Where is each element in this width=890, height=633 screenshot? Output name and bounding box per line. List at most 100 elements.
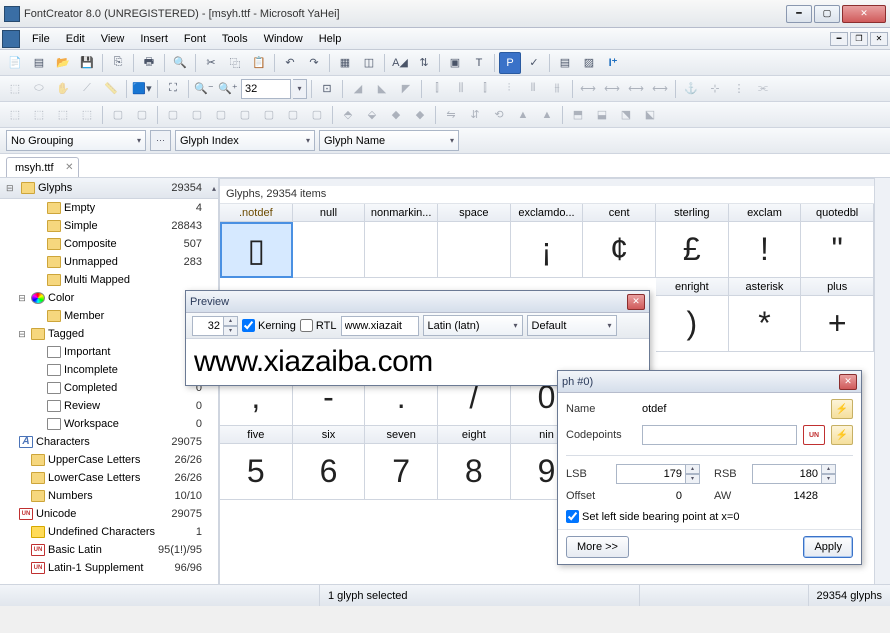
mdi-minimize[interactable]: ━ <box>830 32 848 46</box>
spinner-up-icon[interactable]: ▴ <box>224 316 238 326</box>
glyph-cell[interactable]: 7 <box>365 444 438 500</box>
glyph-cell[interactable]: ¡ <box>511 222 584 278</box>
copy2-icon[interactable]: ⿻ <box>224 52 246 74</box>
tree-row[interactable]: Review0 <box>0 397 218 415</box>
glyph-cell[interactable] <box>438 222 511 278</box>
rsb-up[interactable]: ▴ <box>822 464 836 474</box>
apply-button[interactable]: Apply <box>803 536 853 558</box>
lsb-down[interactable]: ▾ <box>686 474 700 484</box>
glyph-cell[interactable]: * <box>729 296 802 352</box>
glyph-cell[interactable]: ! <box>729 222 802 278</box>
props-icon[interactable]: ▤ <box>554 52 576 74</box>
glyph-name-cell[interactable]: exclamdo... <box>511 204 584 222</box>
glyph-name-cell[interactable]: exclam <box>729 204 802 222</box>
glyph-name-cell[interactable]: eight <box>438 426 511 444</box>
autoname-icon[interactable]: A◢ <box>389 52 411 74</box>
add-contour-icon[interactable]: ◫ <box>358 52 380 74</box>
tree-row[interactable]: Composite507 <box>0 235 218 253</box>
props-titlebar[interactable]: ph #0) ✕ <box>558 371 861 393</box>
zoom-out-icon[interactable]: 🔍⁻ <box>193 78 215 100</box>
rtl-checkbox[interactable]: RTL <box>300 319 337 332</box>
zoom-in-icon[interactable]: 🔍⁺ <box>217 78 239 100</box>
tree-row[interactable]: Numbers10/10 <box>0 487 218 505</box>
project-icon[interactable]: ▤ <box>28 52 50 74</box>
props-close-button[interactable]: ✕ <box>839 374 857 390</box>
glyph-cell[interactable]: ▯ <box>220 222 293 278</box>
codepoints-edit-button[interactable]: ⚡ <box>831 425 853 445</box>
minimize-button[interactable]: ━ <box>786 5 812 23</box>
glyph-cell[interactable]: ¢ <box>583 222 656 278</box>
tree-row[interactable]: Empty4 <box>0 199 218 217</box>
glyph-name-cell[interactable]: sterling <box>656 204 729 222</box>
save-icon[interactable]: 💾 <box>76 52 98 74</box>
tree-row[interactable]: UNUnicode29075 <box>0 505 218 523</box>
glyph-cell[interactable]: £ <box>656 222 729 278</box>
close-button[interactable]: ✕ <box>842 5 886 23</box>
tree-row[interactable]: ACharacters29075 <box>0 433 218 451</box>
tree-body[interactable]: Empty4Simple28843Composite507Unmapped283… <box>0 199 218 584</box>
tree-row[interactable]: LowerCase Letters26/26 <box>0 469 218 487</box>
find-icon[interactable]: 🔍 <box>169 52 191 74</box>
preview-close-button[interactable]: ✕ <box>627 294 645 310</box>
glyph-name-cell[interactable]: space <box>438 204 511 222</box>
file-tab[interactable]: msyh.ttf ✕ <box>6 157 79 177</box>
generate-name-button[interactable]: ⚡ <box>831 399 853 419</box>
spinner-down-icon[interactable]: ▾ <box>224 326 238 336</box>
glyph-cell[interactable]: 6 <box>293 444 366 500</box>
more-button[interactable]: More >> <box>566 536 629 558</box>
color-icon[interactable]: 🟦▾ <box>131 78 153 100</box>
menu-tools[interactable]: Tools <box>214 30 256 48</box>
glyph-cell[interactable] <box>365 222 438 278</box>
glyph-name-cell[interactable]: quotedbl <box>801 204 874 222</box>
copy-icon[interactable]: ⎘ <box>107 52 129 74</box>
cut-icon[interactable]: ✂ <box>200 52 222 74</box>
glyph-cell[interactable]: 8 <box>438 444 511 500</box>
tree-row[interactable]: UNBasic Latin95(1!)/95 <box>0 541 218 559</box>
glyph-name-cell[interactable]: nonmarkin... <box>365 204 438 222</box>
tree-header[interactable]: ⊟ Glyphs 29354 ▴ <box>0 178 218 199</box>
mdi-restore[interactable]: ❐ <box>850 32 868 46</box>
glyph-cell[interactable] <box>293 222 366 278</box>
glyph-properties-window[interactable]: ph #0) ✕ Name otdef ⚡ Codepoints UN ⚡ LS… <box>557 370 862 565</box>
glyph-name-cell[interactable]: five <box>220 426 293 444</box>
maximize-button[interactable]: ▢ <box>814 5 840 23</box>
grouping-combo[interactable]: No Grouping <box>6 130 146 151</box>
glyph-name-cell[interactable]: .notdef <box>220 204 293 222</box>
glyph-cell[interactable]: 5 <box>220 444 293 500</box>
glyph-cell[interactable]: + <box>801 296 874 352</box>
glyph-hscroll-top[interactable] <box>220 178 874 186</box>
preview-lang-combo[interactable]: Default <box>527 315 617 336</box>
tree-toggle-icon[interactable]: ⊟ <box>16 329 28 340</box>
tree-row[interactable]: Workspace0 <box>0 415 218 433</box>
glyph-name-cell[interactable]: cent <box>583 204 656 222</box>
set-lsb-checkbox[interactable]: Set left side bearing point at x=0 <box>566 510 853 523</box>
file-tab-close[interactable]: ✕ <box>65 162 73 173</box>
app-menu-icon[interactable] <box>2 30 20 48</box>
glyph-name-cell[interactable]: asterisk <box>729 278 802 296</box>
menu-edit[interactable]: Edit <box>58 30 93 48</box>
menu-file[interactable]: File <box>24 30 58 48</box>
lsb-up[interactable]: ▴ <box>686 464 700 474</box>
glyph-name-cell[interactable]: enright <box>656 278 729 296</box>
new-icon[interactable]: 📄 <box>4 52 26 74</box>
glyph-name-cell[interactable]: seven <box>365 426 438 444</box>
props-codepoints-input[interactable] <box>642 425 797 445</box>
grouping-options-button[interactable]: ⋯ <box>150 130 171 151</box>
tree-row[interactable]: UpperCase Letters26/26 <box>0 451 218 469</box>
info-icon[interactable]: I⁺ <box>602 52 624 74</box>
glyph-vscroll[interactable] <box>874 178 890 584</box>
open-icon[interactable]: 📂 <box>52 52 74 74</box>
paste-icon[interactable]: 📋 <box>248 52 270 74</box>
sort-combo[interactable]: Glyph Name <box>319 130 459 151</box>
zoom-input[interactable]: 32 <box>241 79 291 99</box>
glyph-name-cell[interactable]: six <box>293 426 366 444</box>
install-icon[interactable]: ▨ <box>578 52 600 74</box>
tree-toggle-icon[interactable]: ⊟ <box>16 293 28 304</box>
preview-titlebar[interactable]: Preview ✕ <box>186 291 649 313</box>
unicode-icon[interactable]: UN <box>803 425 825 445</box>
glyph-cell[interactable]: ) <box>656 296 729 352</box>
index-combo[interactable]: Glyph Index <box>175 130 315 151</box>
mdi-close[interactable]: ✕ <box>870 32 888 46</box>
test-icon[interactable]: ✓ <box>523 52 545 74</box>
add-glyph-icon[interactable]: ▦ <box>334 52 356 74</box>
